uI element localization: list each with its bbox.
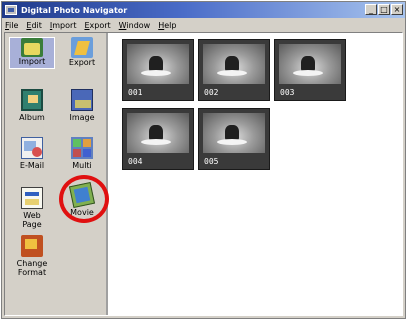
- tab-import-label: Import: [18, 57, 46, 66]
- menu-edit[interactable]: Edit: [26, 21, 42, 30]
- menu-file-label: ile: [9, 20, 19, 30]
- jet-ski-photo: [279, 44, 341, 84]
- thumbnail-caption: 003: [280, 88, 295, 97]
- menu-window[interactable]: Window: [119, 21, 151, 30]
- menu-help[interactable]: Help: [158, 21, 176, 30]
- app-window: Digital Photo Navigator _ □ × File Edit …: [1, 1, 406, 319]
- web-page-icon: [21, 187, 43, 209]
- jet-ski-photo: [127, 44, 189, 84]
- tool-album-label: Album: [19, 113, 45, 122]
- main-content: Import Export Album Image E-Mail Multi W…: [4, 32, 403, 316]
- jet-ski-photo: [203, 44, 265, 84]
- tool-image[interactable]: Image: [59, 89, 105, 122]
- thumbnail-caption: 005: [204, 157, 219, 166]
- tool-email-label: E-Mail: [19, 161, 45, 170]
- thumbnail-caption: 004: [128, 157, 143, 166]
- thumbnail-caption: 002: [204, 88, 219, 97]
- title-bar[interactable]: Digital Photo Navigator _ □ ×: [2, 2, 405, 18]
- tool-change-format-label: Change Format: [16, 259, 48, 277]
- thumbnail[interactable]: 002: [198, 39, 270, 101]
- image-icon: [71, 89, 93, 111]
- menu-window-label: indow: [126, 20, 151, 30]
- menu-export-label: xport: [89, 20, 111, 30]
- tool-multi-label: Multi: [72, 161, 92, 170]
- jet-ski-photo: [203, 113, 265, 153]
- window-title: Digital Photo Navigator: [21, 5, 128, 15]
- import-icon: [21, 38, 43, 57]
- tool-multi[interactable]: Multi: [59, 137, 105, 170]
- menu-file[interactable]: File: [5, 21, 18, 30]
- tab-export-label: Export: [68, 58, 96, 67]
- tab-export[interactable]: Export: [59, 37, 105, 69]
- export-icon: [71, 37, 93, 58]
- tool-web-page[interactable]: Web Page: [9, 187, 55, 229]
- email-icon: [21, 137, 43, 159]
- close-button[interactable]: ×: [391, 4, 403, 15]
- tool-change-format[interactable]: Change Format: [9, 235, 55, 277]
- app-icon[interactable]: [5, 5, 17, 15]
- menu-import-label: mport: [52, 20, 77, 30]
- jet-ski-photo: [127, 113, 189, 153]
- thumbnail[interactable]: 003: [274, 39, 346, 101]
- thumbnail-caption: 001: [128, 88, 143, 97]
- tool-image-label: Image: [69, 113, 95, 122]
- thumbnail[interactable]: 005: [198, 108, 270, 170]
- multi-icon: [71, 137, 93, 159]
- thumbnail[interactable]: 001: [122, 39, 194, 101]
- thumbnail[interactable]: 004: [122, 108, 194, 170]
- movie-icon: [68, 181, 96, 209]
- album-icon: [21, 89, 43, 111]
- window-controls: _ □ ×: [365, 4, 403, 15]
- tab-import[interactable]: Import: [9, 37, 55, 69]
- menu-import[interactable]: Import: [50, 21, 77, 30]
- tool-movie-label: Movie: [70, 208, 94, 217]
- tool-sidebar: Import Export Album Image E-Mail Multi W…: [5, 33, 109, 315]
- menu-help-label: elp: [164, 20, 177, 30]
- tool-web-page-label: Web Page: [22, 211, 42, 229]
- tool-email[interactable]: E-Mail: [9, 137, 55, 170]
- maximize-button[interactable]: □: [378, 4, 390, 15]
- menu-export[interactable]: Export: [84, 21, 110, 30]
- tool-movie[interactable]: Movie: [59, 181, 105, 217]
- minimize-button[interactable]: _: [365, 4, 377, 15]
- menu-bar: File Edit Import Export Window Help: [2, 18, 405, 32]
- menu-edit-label: dit: [31, 20, 42, 30]
- thumbnail-gallery: 001 002 003 004 005: [110, 33, 402, 315]
- tool-album[interactable]: Album: [9, 89, 55, 122]
- change-format-icon: [21, 235, 43, 257]
